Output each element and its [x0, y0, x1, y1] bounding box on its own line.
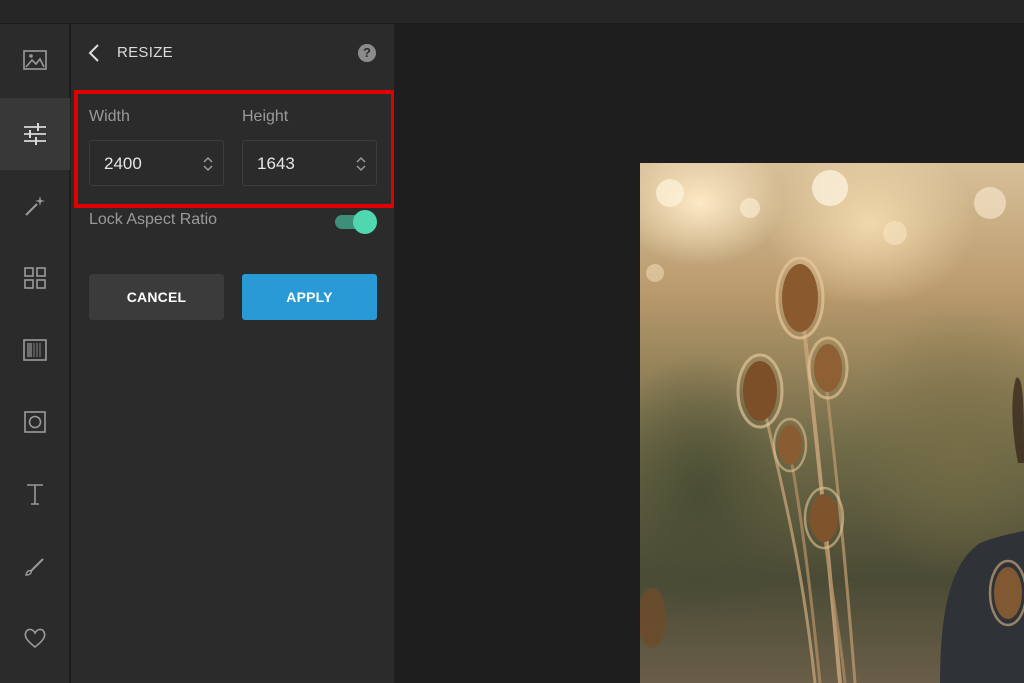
width-label: Width: [89, 108, 130, 125]
width-value: 2400: [104, 154, 142, 173]
rail-item-effects[interactable]: [0, 170, 70, 242]
brush-icon: [25, 558, 44, 576]
lock-aspect-ratio-label: Lock Aspect Ratio: [89, 211, 218, 228]
rail-item-draw[interactable]: [0, 530, 70, 602]
magic-wand-icon: [25, 196, 45, 216]
stepper-icon[interactable]: [203, 155, 213, 173]
rail-item-adjust[interactable]: [0, 98, 70, 170]
rail-item-text[interactable]: [0, 458, 70, 530]
rail-item-layouts[interactable]: [0, 242, 70, 314]
height-value: 1643: [257, 154, 295, 173]
stepper-icon[interactable]: [356, 155, 366, 173]
frame-icon: [24, 411, 46, 433]
grid-icon: [24, 267, 46, 289]
rail-item-textures[interactable]: [0, 314, 70, 386]
toggle-knob: [353, 210, 377, 234]
apply-button[interactable]: APPLY: [242, 274, 377, 320]
text-icon: [27, 484, 43, 505]
rail-item-favorites[interactable]: [0, 602, 70, 674]
photo-canvas[interactable]: [640, 163, 1024, 683]
heart-icon: [24, 628, 46, 649]
photo-scene: [640, 170, 1024, 683]
top-bar: [0, 0, 1024, 24]
height-label: Height: [242, 108, 289, 125]
image-icon: [23, 50, 47, 70]
resize-panel: RESIZE ? Width Height 2400 1643 Lock Asp…: [71, 24, 394, 683]
lock-aspect-ratio-toggle[interactable]: [333, 209, 377, 234]
cancel-button[interactable]: CANCEL: [89, 274, 224, 320]
panel-title: RESIZE: [117, 44, 173, 61]
help-icon[interactable]: ?: [358, 44, 376, 62]
panel-header: RESIZE ?: [71, 24, 394, 82]
chevron-left-icon[interactable]: [87, 43, 101, 63]
canvas-area: [394, 24, 1024, 683]
sliders-icon: [24, 123, 46, 145]
rail-item-image[interactable]: [0, 24, 70, 96]
texture-icon: [23, 339, 47, 361]
rail-item-frames[interactable]: [0, 386, 70, 458]
tool-rail: [0, 24, 70, 683]
width-input[interactable]: 2400: [89, 140, 224, 186]
height-input[interactable]: 1643: [242, 140, 377, 186]
